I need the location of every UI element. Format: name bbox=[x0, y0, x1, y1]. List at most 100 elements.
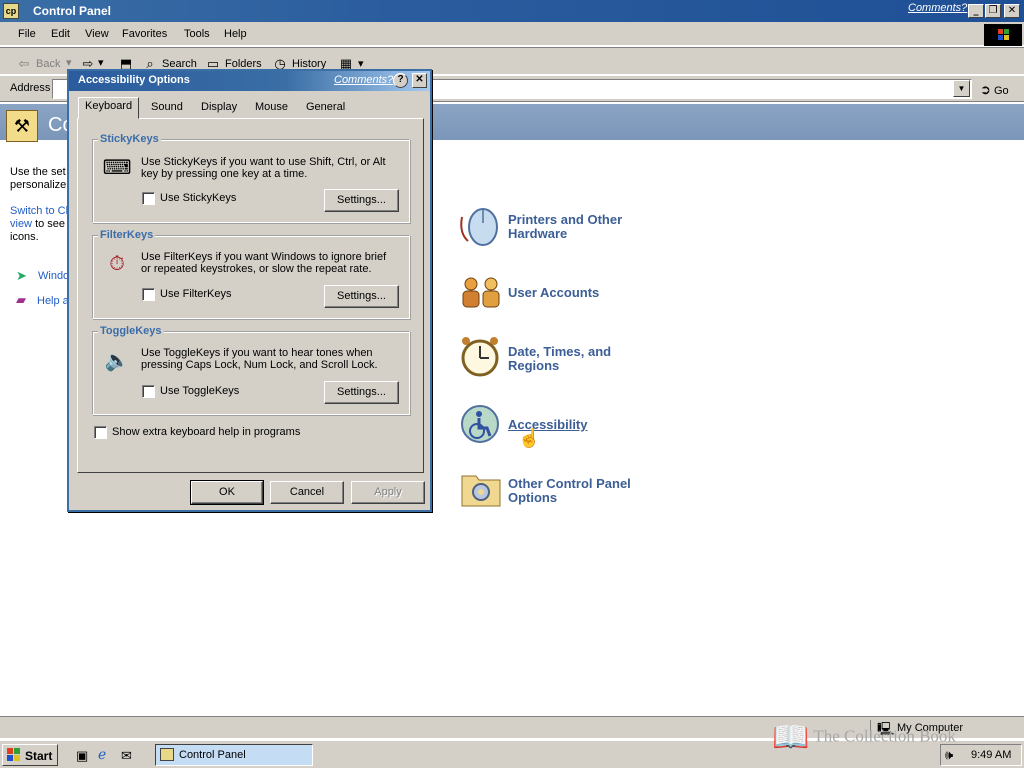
control-panel-header-icon: ⚒ bbox=[6, 110, 38, 142]
switch-view-link-2[interactable]: view bbox=[10, 218, 32, 230]
watermark: 📖 The Collection Book bbox=[772, 720, 956, 755]
tab-sound[interactable]: Sound bbox=[145, 99, 189, 118]
taskbar-control-panel-button[interactable]: Control Panel bbox=[155, 744, 313, 766]
accessibility-icon[interactable] bbox=[460, 404, 502, 446]
category-other-line1: Other Control Panel bbox=[508, 476, 631, 491]
tray-clock[interactable]: 9:49 AM bbox=[971, 749, 1011, 761]
category-user-accounts[interactable]: User Accounts bbox=[508, 286, 599, 300]
apply-button[interactable]: Apply bbox=[351, 481, 425, 504]
togglekeys-settings-button[interactable]: Settings... bbox=[324, 381, 399, 404]
dialog-help-button[interactable]: ? bbox=[393, 73, 408, 88]
sidebar-desc-line1: Use the set bbox=[10, 166, 66, 178]
togglekeys-description: Use ToggleKeys if you want to hear tones… bbox=[141, 347, 378, 371]
taskbar-cp-label: Control Panel bbox=[179, 749, 246, 761]
category-date-time-regions[interactable]: Date, Times, and Regions bbox=[508, 345, 611, 373]
address-dropdown-icon[interactable]: ▼ bbox=[953, 80, 970, 97]
filterkeys-checkbox-label[interactable]: Use FilterKeys bbox=[160, 288, 232, 300]
switch-view-text-3: icons. bbox=[10, 231, 39, 243]
control-panel-app-icon[interactable]: cp bbox=[3, 3, 19, 19]
stickykeys-checkbox[interactable] bbox=[142, 192, 155, 205]
cancel-button[interactable]: Cancel bbox=[270, 481, 344, 504]
menu-bar: File Edit View Favorites Tools Help bbox=[0, 22, 1024, 46]
ok-button[interactable]: OK bbox=[190, 480, 264, 505]
taskbar-cp-icon bbox=[160, 748, 174, 761]
back-dropdown-icon[interactable]: ▾ bbox=[66, 56, 72, 69]
mouse-icon[interactable] bbox=[458, 205, 500, 247]
start-label: Start bbox=[25, 749, 53, 763]
help-book-icon: ▰ bbox=[16, 292, 26, 307]
menu-tools[interactable]: Tools bbox=[184, 28, 210, 40]
menu-help[interactable]: Help bbox=[224, 28, 247, 40]
stickykeys-checkbox-label[interactable]: Use StickyKeys bbox=[160, 192, 236, 204]
minimize-button[interactable]: _ bbox=[968, 4, 984, 18]
menu-edit[interactable]: Edit bbox=[51, 28, 70, 40]
accessibility-options-dialog: Accessibility Options Comments? ? ✕ Keyb… bbox=[67, 69, 432, 512]
category-date-line1: Date, Times, and bbox=[508, 344, 612, 359]
internet-explorer-icon[interactable]: ℯ bbox=[98, 746, 106, 763]
menu-file[interactable]: File bbox=[18, 28, 36, 40]
watermark-text: The Collection Book bbox=[813, 726, 956, 746]
stopwatch-keys-icon: ⏱ bbox=[109, 253, 125, 275]
category-printers-line2: Hardware bbox=[508, 226, 568, 241]
switch-view-text: Switch to Cl view to see icons. bbox=[10, 205, 70, 244]
dialog-title: Accessibility Options bbox=[78, 74, 190, 86]
clock-icon[interactable] bbox=[460, 336, 502, 378]
menu-favorites[interactable]: Favorites bbox=[122, 28, 167, 40]
users-icon[interactable] bbox=[460, 276, 502, 318]
stickykeys-description: Use StickyKeys if you want to use Shift,… bbox=[141, 156, 386, 180]
go-button[interactable]: ➲ Go bbox=[980, 82, 1009, 98]
filterkeys-description: Use FilterKeys if you want Windows to ig… bbox=[141, 251, 387, 275]
keyboard-keys-icon: ⌨ bbox=[102, 157, 132, 179]
menu-view[interactable]: View bbox=[85, 28, 109, 40]
switch-view-text-2: to see bbox=[35, 218, 66, 230]
sidebar-link-help[interactable]: Help a bbox=[37, 295, 69, 307]
back-button[interactable]: ⇦ Back bbox=[16, 56, 61, 72]
sidebar-link-windows-update[interactable]: Windo bbox=[38, 270, 69, 282]
forward-dropdown-icon[interactable]: ▾ bbox=[98, 56, 104, 69]
stickykeys-settings-button[interactable]: Settings... bbox=[324, 189, 399, 212]
folder-gear-icon[interactable] bbox=[460, 470, 502, 512]
back-arrow-icon: ⇦ bbox=[18, 56, 30, 71]
filterkeys-settings-button[interactable]: Settings... bbox=[324, 285, 399, 308]
category-printers-hardware[interactable]: Printers and Other Hardware bbox=[508, 213, 622, 241]
windows-update-icon: ➤ bbox=[16, 268, 27, 283]
start-button[interactable]: Start bbox=[2, 744, 58, 766]
dialog-title-bar[interactable]: Accessibility Options Comments? ? ✕ bbox=[69, 71, 430, 91]
filterkeys-checkbox[interactable] bbox=[142, 288, 155, 301]
windows-logo-icon bbox=[984, 24, 1022, 46]
close-button[interactable]: ✕ bbox=[1004, 4, 1020, 18]
window-title-bar[interactable]: cp Control Panel Comments? _ ❐ ✕ bbox=[0, 0, 1024, 22]
go-label: Go bbox=[993, 85, 1009, 97]
restore-button[interactable]: ❐ bbox=[985, 4, 1001, 18]
filterkeys-title: FilterKeys bbox=[98, 229, 156, 241]
tab-general[interactable]: General bbox=[300, 99, 351, 118]
keyboard-tab-panel: StickyKeys ⌨ Use StickyKeys if you want … bbox=[77, 118, 424, 473]
togglekeys-checkbox[interactable] bbox=[142, 385, 155, 398]
togglekeys-checkbox-label[interactable]: Use ToggleKeys bbox=[160, 385, 239, 397]
extra-help-label[interactable]: Show extra keyboard help in programs bbox=[112, 426, 300, 438]
tab-display[interactable]: Display bbox=[195, 99, 243, 118]
go-arrow-icon: ➲ bbox=[980, 82, 991, 97]
comments-link[interactable]: Comments? bbox=[908, 2, 967, 14]
dialog-comments-link[interactable]: Comments? bbox=[334, 74, 393, 86]
dialog-close-button[interactable]: ✕ bbox=[412, 73, 427, 88]
start-windows-icon bbox=[7, 748, 21, 765]
window-title: Control Panel bbox=[33, 4, 112, 18]
outlook-express-icon[interactable]: ✉ bbox=[121, 748, 132, 764]
speaker-keys-icon: 🔈 bbox=[104, 350, 130, 372]
tab-mouse[interactable]: Mouse bbox=[249, 99, 294, 118]
category-other-options[interactable]: Other Control Panel Options bbox=[508, 477, 631, 505]
show-desktop-icon[interactable]: ▣ bbox=[76, 748, 88, 764]
address-label: Address bbox=[10, 82, 51, 94]
back-label: Back bbox=[36, 57, 61, 70]
tab-keyboard[interactable]: Keyboard bbox=[78, 97, 140, 119]
sidebar-description: Use the set personalize bbox=[10, 166, 70, 192]
book-watermark-icon: 📖 bbox=[772, 721, 810, 754]
switch-view-link[interactable]: Switch to Cl bbox=[10, 205, 70, 218]
extra-help-checkbox[interactable] bbox=[94, 426, 107, 439]
togglekeys-title: ToggleKeys bbox=[98, 325, 164, 337]
category-date-line2: Regions bbox=[508, 358, 560, 373]
category-other-line2: Options bbox=[508, 490, 558, 505]
stickykeys-title: StickyKeys bbox=[98, 133, 161, 145]
sidebar-desc-line2: personalize bbox=[10, 179, 67, 191]
